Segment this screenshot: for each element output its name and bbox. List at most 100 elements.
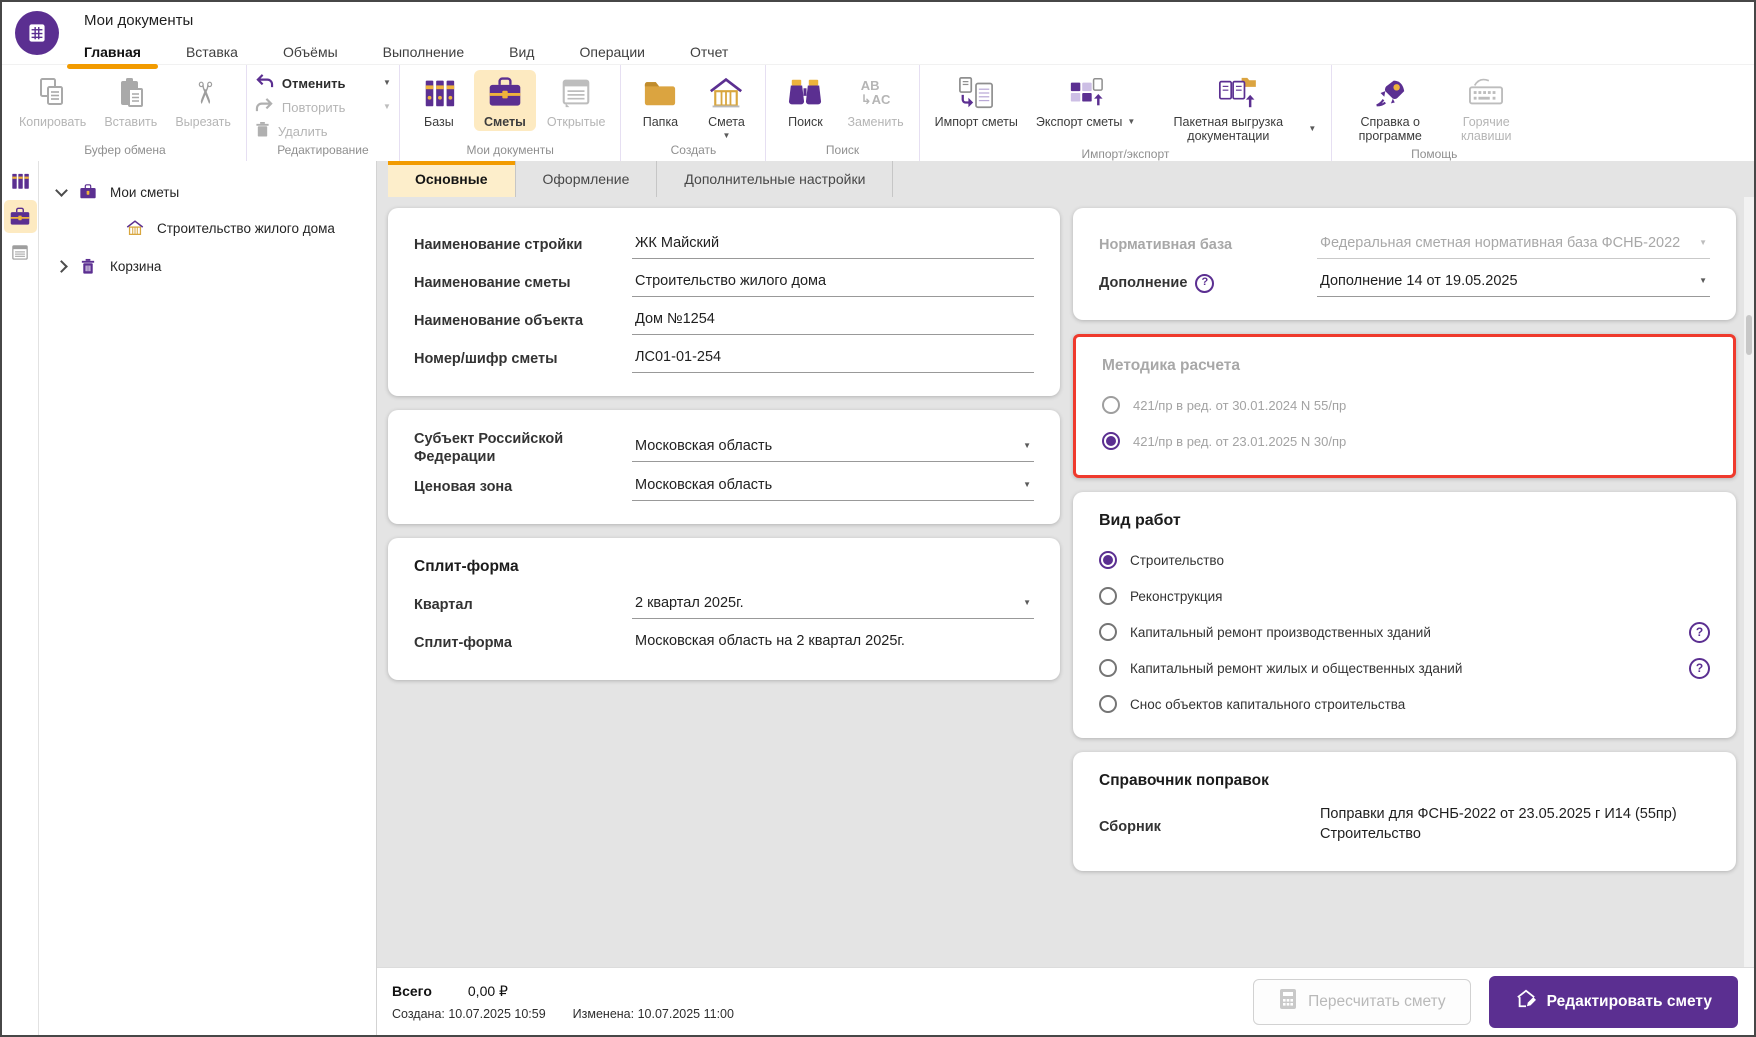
- chevron-down-icon: ▼: [1699, 277, 1707, 285]
- ribbon-group-clipboard: Копировать Вставить ✂ Вырезать Буфер обм…: [4, 65, 247, 161]
- method-title: Методика расчета: [1102, 357, 1707, 375]
- work-type-title: Вид работ: [1099, 512, 1710, 530]
- radio-unchecked-icon[interactable]: [1099, 695, 1117, 713]
- recalculate-button[interactable]: Пересчитать смету: [1253, 979, 1471, 1025]
- chevron-down-icon[interactable]: ▼: [383, 79, 391, 87]
- work-type-option-overhaul-industrial[interactable]: Капитальный ремонт производственных здан…: [1099, 614, 1710, 650]
- menu-tab-operations[interactable]: Операции: [579, 44, 645, 60]
- paste-button[interactable]: Вставить: [97, 70, 164, 131]
- bases-button[interactable]: Базы: [408, 70, 470, 131]
- right-column: Нормативная база Федеральная сметная нор…: [1073, 208, 1736, 967]
- help-icon[interactable]: ?: [1195, 274, 1214, 293]
- field-label: Наименование объекта: [414, 312, 632, 330]
- copy-button[interactable]: Копировать: [12, 70, 93, 131]
- tab-advanced[interactable]: Дополнительные настройки: [657, 161, 893, 197]
- work-type-option-demolition[interactable]: Снос объектов капитального строительства: [1099, 686, 1710, 722]
- cut-button[interactable]: ✂ Вырезать: [168, 70, 238, 131]
- totals-block: Всего 0,00 ₽ Создана: 10.07.2025 10:59 И…: [392, 983, 734, 1021]
- export-icon: [1065, 74, 1107, 112]
- chevron-down-icon[interactable]: ▼: [383, 103, 391, 111]
- card-general: Наименование стройки ЖК Майский Наименов…: [388, 208, 1060, 396]
- price-zone-select[interactable]: Московская область▼: [632, 473, 1034, 501]
- estimate-name-input[interactable]: Строительство жилого дома: [632, 269, 1034, 297]
- normative-base-select[interactable]: Федеральная сметная нормативная база ФСН…: [1317, 231, 1710, 259]
- keyboard-icon: [1465, 74, 1507, 112]
- about-button[interactable]: Справка о программе: [1340, 70, 1440, 146]
- import-icon: [955, 74, 997, 112]
- radio-unchecked-icon[interactable]: [1102, 396, 1120, 414]
- object-name-input[interactable]: Дом №1254: [632, 307, 1034, 335]
- redo-icon: [255, 97, 274, 117]
- field-supplement: Дополнение? Дополнение 14 от 19.05.2025▼: [1099, 266, 1710, 300]
- create-estimate-button[interactable]: Смета ▼: [695, 70, 757, 142]
- tree-item-my-estimates[interactable]: Мои сметы: [39, 174, 376, 210]
- batch-export-button[interactable]: Пакетная выгрузка документации▼: [1146, 70, 1323, 146]
- group-label-editing: Редактирование: [255, 142, 391, 160]
- sidebar: Мои сметы Строительство жилого дома Корз…: [2, 161, 377, 1035]
- scrollbar-thumb[interactable]: [1746, 315, 1752, 355]
- tab-main[interactable]: Основные: [388, 161, 516, 197]
- chevron-down-icon[interactable]: ▼: [722, 132, 730, 140]
- method-option-2[interactable]: 421/пр в ред. от 23.01.2025 N 30/пр: [1102, 423, 1707, 459]
- quarter-select[interactable]: 2 квартал 2025г.▼: [632, 591, 1034, 619]
- menu-tab-home[interactable]: Главная: [84, 44, 141, 60]
- import-estimate-button[interactable]: Импорт сметы: [928, 70, 1025, 131]
- house-icon: [706, 74, 746, 112]
- replace-icon: AB↳AC: [861, 74, 891, 112]
- titlebar: Мои документы Главная Вставка Объёмы Вып…: [2, 2, 1754, 64]
- tab-design[interactable]: Оформление: [516, 161, 658, 197]
- delete-button[interactable]: Удалить: [255, 121, 391, 141]
- export-estimate-button[interactable]: Экспорт сметы▼: [1029, 70, 1142, 131]
- tree-item-trash[interactable]: Корзина: [39, 248, 376, 284]
- binders-icon: [420, 74, 458, 112]
- undo-button[interactable]: Отменить ▼: [255, 73, 391, 93]
- region-select[interactable]: Московская область▼: [632, 434, 1034, 462]
- menu-tab-insert[interactable]: Вставка: [186, 44, 238, 60]
- tree-item-label: Строительство жилого дома: [157, 221, 335, 236]
- document-tree: Мои сметы Строительство жилого дома Корз…: [39, 161, 376, 1035]
- chevron-down-icon: ▼: [1023, 599, 1031, 607]
- estimate-number-input[interactable]: ЛС01-01-254: [632, 345, 1034, 373]
- help-icon[interactable]: ?: [1689, 622, 1710, 643]
- created-timestamp: Создана: 10.07.2025 10:59: [392, 1007, 546, 1021]
- corrections-title: Справочник поправок: [1099, 772, 1710, 790]
- field-estimate-name: Наименование сметы Строительство жилого …: [414, 266, 1034, 300]
- app-logo-icon: [15, 11, 59, 55]
- method-option-1[interactable]: 421/пр в ред. от 30.01.2024 N 55/пр: [1102, 387, 1707, 423]
- work-type-option-overhaul-residential[interactable]: Капитальный ремонт жилых и общественных …: [1099, 650, 1710, 686]
- site-name-input[interactable]: ЖК Майский: [632, 231, 1034, 259]
- split-form-title: Сплит-форма: [414, 558, 1034, 576]
- radio-unchecked-icon[interactable]: [1099, 587, 1117, 605]
- redo-button[interactable]: Повторить ▼: [255, 97, 391, 117]
- strip-estimates-icon[interactable]: [4, 200, 37, 233]
- create-folder-button[interactable]: Папка: [629, 70, 691, 131]
- menu-tab-view[interactable]: Вид: [509, 44, 534, 60]
- work-type-option-reconstruction[interactable]: Реконструкция: [1099, 578, 1710, 614]
- sidebar-icon-strip: [2, 161, 39, 1035]
- radio-unchecked-icon[interactable]: [1099, 659, 1117, 677]
- work-type-option-construction[interactable]: Строительство: [1099, 542, 1710, 578]
- search-button[interactable]: Поиск: [774, 70, 836, 131]
- radio-checked-icon[interactable]: [1102, 432, 1120, 450]
- help-icon[interactable]: ?: [1689, 658, 1710, 679]
- estimates-button[interactable]: Сметы: [474, 70, 536, 131]
- chevron-down-icon[interactable]: ▼: [1127, 118, 1135, 126]
- card-split-form: Сплит-форма Квартал 2 квартал 2025г.▼ Сп…: [388, 538, 1060, 680]
- opened-button[interactable]: Открытые: [540, 70, 613, 131]
- strip-opened-icon[interactable]: [4, 236, 37, 269]
- radio-checked-icon[interactable]: [1099, 551, 1117, 569]
- hotkeys-button[interactable]: Горячие клавиши: [1444, 70, 1528, 146]
- replace-button[interactable]: AB↳AC Заменить: [840, 70, 910, 131]
- tree-item-estimate[interactable]: Строительство жилого дома: [39, 210, 376, 246]
- menu-tab-report[interactable]: Отчет: [690, 44, 728, 60]
- strip-bases-icon[interactable]: [4, 164, 37, 197]
- supplement-select[interactable]: Дополнение 14 от 19.05.2025▼: [1317, 269, 1710, 297]
- chevron-down-icon[interactable]: ▼: [1308, 125, 1316, 133]
- menu-tab-volumes[interactable]: Объёмы: [283, 44, 338, 60]
- edit-estimate-button[interactable]: Редактировать смету: [1489, 976, 1738, 1028]
- chevron-right-icon[interactable]: [55, 260, 68, 273]
- chevron-down-icon[interactable]: [55, 184, 68, 197]
- menu-tab-execution[interactable]: Выполнение: [383, 44, 464, 60]
- house-icon: [124, 219, 146, 237]
- radio-unchecked-icon[interactable]: [1099, 623, 1117, 641]
